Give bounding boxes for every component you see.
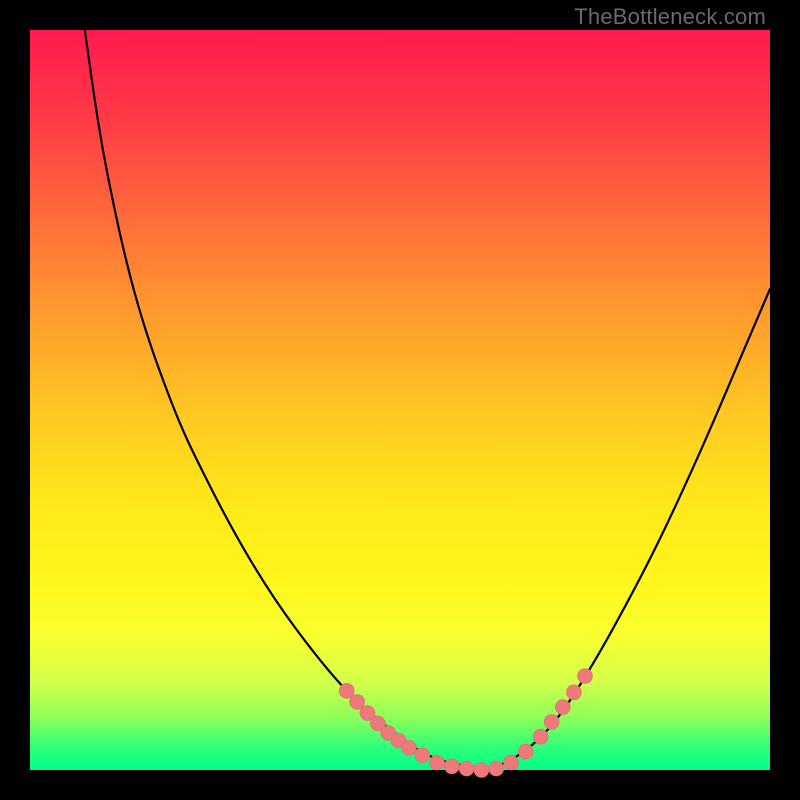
marker-group	[339, 669, 592, 778]
marker-point	[518, 744, 533, 759]
marker-point	[578, 669, 593, 684]
marker-point	[339, 683, 354, 698]
marker-point	[444, 759, 459, 774]
curve-left-branch	[85, 30, 489, 770]
marker-point	[459, 761, 474, 776]
marker-point	[489, 761, 504, 776]
marker-point	[504, 755, 519, 770]
series-group	[85, 30, 770, 770]
marker-point	[567, 685, 582, 700]
plot-area	[30, 30, 770, 770]
chart-stage: TheBottleneck.com	[0, 0, 800, 800]
marker-point	[401, 740, 416, 755]
marker-point	[533, 729, 548, 744]
curve-right-branch	[489, 289, 770, 770]
marker-point	[415, 748, 430, 763]
marker-point	[350, 695, 365, 710]
marker-point	[544, 715, 559, 730]
curves-svg	[30, 30, 770, 770]
marker-point	[430, 755, 445, 770]
watermark-text: TheBottleneck.com	[574, 4, 766, 30]
marker-point	[474, 763, 489, 778]
marker-point	[555, 700, 570, 715]
